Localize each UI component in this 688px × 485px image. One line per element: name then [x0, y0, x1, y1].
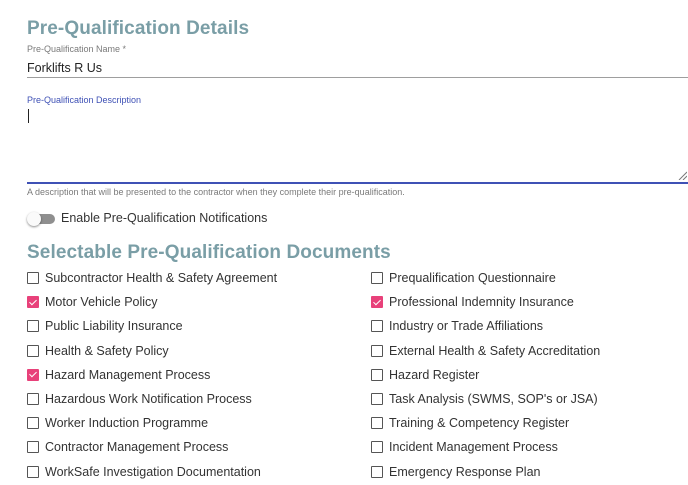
- document-option-label: Hazard Management Process: [45, 367, 211, 382]
- document-option-label: Industry or Trade Affiliations: [389, 319, 544, 334]
- document-option-label: Professional Indemnity Insurance: [389, 295, 574, 310]
- checkbox-unchecked-icon[interactable]: [27, 320, 39, 333]
- text-caret: [28, 109, 29, 123]
- notifications-toggle-label: Enable Pre-Qualification Notifications: [61, 211, 268, 225]
- toggle-thumb: [27, 212, 41, 226]
- document-option-label: Motor Vehicle Policy: [45, 295, 158, 310]
- checkbox-unchecked-icon[interactable]: [27, 441, 39, 454]
- checkbox-unchecked-icon[interactable]: [371, 417, 383, 430]
- checkbox-checked-icon[interactable]: [27, 296, 39, 309]
- checkbox-checked-icon[interactable]: [371, 296, 383, 309]
- name-input[interactable]: [27, 58, 688, 78]
- document-option-label: Task Analysis (SWMS, SOP's or JSA): [389, 392, 598, 407]
- checkbox-unchecked-icon[interactable]: [27, 344, 39, 357]
- document-option-label: Health & Safety Policy: [45, 343, 169, 358]
- document-option-label: External Health & Safety Accreditation: [389, 343, 601, 358]
- document-option-label: Hazardous Work Notification Process: [45, 392, 252, 407]
- document-option[interactable]: Subcontractor Health & Safety Agreement: [27, 266, 277, 290]
- document-option[interactable]: Task Analysis (SWMS, SOP's or JSA): [371, 387, 600, 411]
- document-option[interactable]: WorkSafe Investigation Documentation: [27, 460, 277, 484]
- document-option[interactable]: Incident Management Process: [371, 435, 600, 459]
- documents-title: Selectable Pre-Qualification Documents: [27, 242, 391, 263]
- document-option-label: Emergency Response Plan: [389, 464, 541, 479]
- document-option-label: Public Liability Insurance: [45, 319, 183, 334]
- document-option[interactable]: Contractor Management Process: [27, 435, 277, 459]
- description-hint: A description that will be presented to …: [27, 187, 405, 197]
- document-option[interactable]: Hazard Management Process: [27, 363, 277, 387]
- document-option-label: Worker Induction Programme: [45, 416, 209, 431]
- document-option[interactable]: Worker Induction Programme: [27, 411, 277, 435]
- document-option[interactable]: Hazard Register: [371, 363, 600, 387]
- document-option[interactable]: External Health & Safety Accreditation: [371, 339, 600, 363]
- description-field-label: Pre-Qualification Description: [27, 95, 142, 105]
- checkbox-unchecked-icon[interactable]: [371, 465, 383, 478]
- checkbox-unchecked-icon[interactable]: [371, 272, 383, 285]
- document-option[interactable]: Training & Competency Register: [371, 411, 600, 435]
- documents-right-column: Prequalification Questionnaire Profession…: [371, 266, 600, 484]
- checkbox-unchecked-icon[interactable]: [371, 393, 383, 406]
- document-option[interactable]: Health & Safety Policy: [27, 339, 277, 363]
- description-textarea[interactable]: [27, 107, 688, 184]
- name-field-label: Pre-Qualification Name *: [27, 44, 127, 54]
- documents-left-column: Subcontractor Health & Safety Agreement M…: [27, 266, 277, 484]
- document-option[interactable]: Public Liability Insurance: [27, 314, 277, 338]
- document-option[interactable]: Hazardous Work Notification Process: [27, 387, 277, 411]
- document-option-label: Subcontractor Health & Safety Agreement: [45, 271, 278, 286]
- checkbox-unchecked-icon[interactable]: [371, 441, 383, 454]
- checkbox-unchecked-icon[interactable]: [371, 344, 383, 357]
- checkbox-unchecked-icon[interactable]: [371, 320, 383, 333]
- checkbox-unchecked-icon[interactable]: [27, 272, 39, 285]
- document-option[interactable]: Professional Indemnity Insurance: [371, 290, 600, 314]
- checkbox-unchecked-icon[interactable]: [371, 368, 383, 381]
- document-option-label: Hazard Register: [389, 367, 480, 382]
- document-option-label: Prequalification Questionnaire: [389, 271, 556, 286]
- checkbox-unchecked-icon[interactable]: [27, 465, 39, 478]
- checkbox-unchecked-icon[interactable]: [27, 417, 39, 430]
- checkbox-unchecked-icon[interactable]: [27, 393, 39, 406]
- document-option[interactable]: Prequalification Questionnaire: [371, 266, 600, 290]
- resize-handle-icon[interactable]: [677, 170, 687, 180]
- notifications-toggle[interactable]: [27, 212, 57, 226]
- document-option[interactable]: Motor Vehicle Policy: [27, 290, 277, 314]
- document-option-label: Training & Competency Register: [389, 416, 570, 431]
- document-option[interactable]: Emergency Response Plan: [371, 460, 600, 484]
- document-option-label: Contractor Management Process: [45, 440, 229, 455]
- document-option-label: Incident Management Process: [389, 440, 558, 455]
- checkbox-checked-icon[interactable]: [27, 368, 39, 381]
- document-option-label: WorkSafe Investigation Documentation: [45, 464, 261, 479]
- details-title: Pre-Qualification Details: [27, 18, 250, 39]
- document-option[interactable]: Industry or Trade Affiliations: [371, 314, 600, 338]
